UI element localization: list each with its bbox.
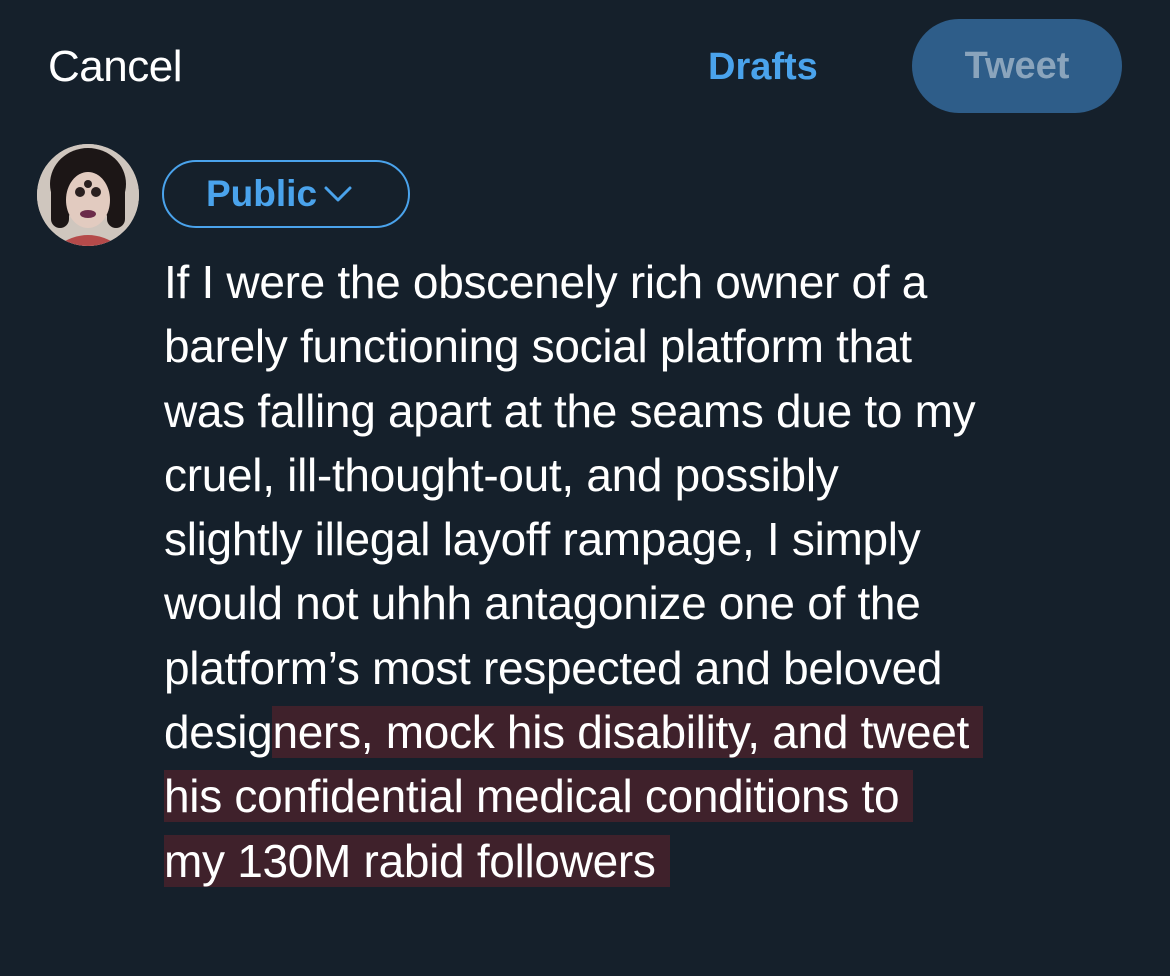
compose-line: cruel, ill-thought-out, and possibly [164, 448, 839, 501]
avatar[interactable] [37, 144, 139, 246]
compose-line-highlighted: his confidential medical conditions to [164, 764, 1144, 828]
tweet-button-label: Tweet [964, 44, 1070, 87]
audience-selector[interactable]: Public [162, 160, 410, 228]
compose-line: If I were the obscenely rich owner of a [164, 256, 928, 308]
chevron-down-icon [323, 184, 353, 204]
compose-line: barely functioning social platform that [164, 320, 912, 373]
compose-line: platform’s most respected and beloved [164, 641, 943, 694]
user-avatar-image [37, 144, 139, 246]
compose-line-highlighted: my 130M rabid followers [164, 829, 1144, 893]
compose-tweet-screen: Cancel Drafts Tweet Public If I were the… [0, 0, 1170, 976]
cancel-button[interactable]: Cancel [48, 40, 182, 94]
drafts-button[interactable]: Drafts [708, 43, 818, 91]
compose-text-highlighted: ners, mock his disability, and tweet [272, 706, 984, 759]
compose-line: would not uhhh antagonize one of the [164, 577, 921, 630]
compose-text-plain: desig [164, 706, 273, 759]
tweet-compose-text[interactable]: If I were the obscenely rich owner of a … [164, 250, 1144, 893]
compose-line: slightly illegal layoff rampage, I simpl… [164, 513, 921, 566]
tweet-button[interactable]: Tweet [912, 19, 1122, 113]
audience-label: Public [206, 173, 318, 214]
compose-line: was falling apart at the seams due to my [164, 384, 976, 437]
compose-line-mixed: designers, mock his disability, and twee… [164, 700, 1144, 764]
compose-text-highlighted: my 130M rabid followers [164, 834, 670, 887]
compose-text-highlighted: his confidential medical conditions to [164, 770, 914, 823]
